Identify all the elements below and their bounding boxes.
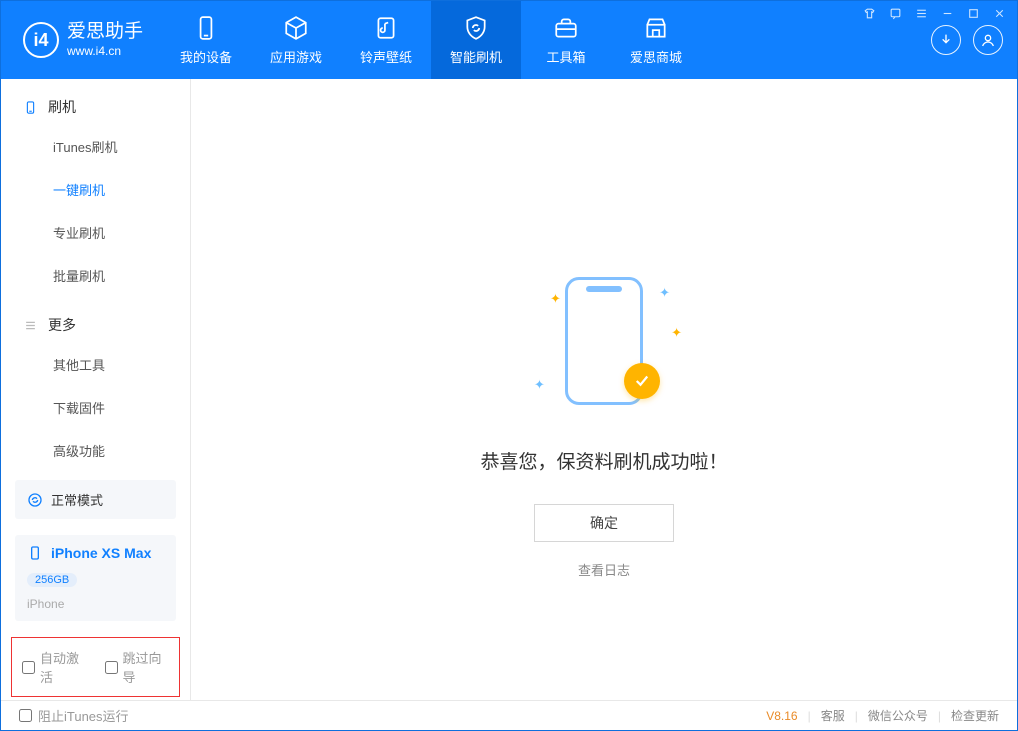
- cube-icon: [283, 15, 309, 41]
- list-icon: [23, 318, 38, 333]
- body: 刷机 iTunes刷机 一键刷机 专业刷机 批量刷机 更多 其他工具 下载固件 …: [1, 79, 1017, 700]
- nav-label: 爱思商城: [630, 47, 682, 66]
- section-flash: 刷机: [1, 79, 190, 125]
- check-badge-icon: [624, 363, 660, 399]
- feedback-icon[interactable]: [887, 5, 903, 21]
- menu-icon[interactable]: [913, 5, 929, 21]
- nav-tab-toolbox[interactable]: 工具箱: [521, 1, 611, 79]
- device-capacity: 256GB: [27, 573, 77, 587]
- nav-tabs: 我的设备 应用游戏 铃声壁纸 智能刷机 工具箱 爱思商城: [161, 1, 701, 79]
- footer-link-wechat[interactable]: 微信公众号: [868, 707, 928, 724]
- sidebar-item-advanced[interactable]: 高级功能: [1, 429, 190, 472]
- nav-label: 工具箱: [547, 47, 586, 66]
- logo-text: 爱思助手 www.i4.cn: [67, 22, 143, 58]
- app-name: 爱思助手: [67, 22, 143, 41]
- sparkle-icon: ✦: [659, 285, 670, 301]
- user-icon: [980, 32, 996, 48]
- sparkle-icon: ✦: [550, 291, 561, 307]
- tshirt-icon[interactable]: [861, 5, 877, 21]
- checkbox-skip-guide[interactable]: 跳过向导: [105, 648, 170, 686]
- nav-label: 应用游戏: [270, 47, 322, 66]
- toolbox-icon: [553, 15, 579, 41]
- checkbox-label: 自动激活: [40, 648, 87, 686]
- store-icon: [643, 15, 669, 41]
- logo-icon: i4: [23, 22, 59, 58]
- device-type: iPhone: [27, 597, 64, 611]
- sidebar: 刷机 iTunes刷机 一键刷机 专业刷机 批量刷机 更多 其他工具 下载固件 …: [1, 79, 191, 700]
- footer-right: V8.16 | 客服 | 微信公众号 | 检查更新: [766, 707, 999, 724]
- divider: |: [808, 709, 811, 723]
- minimize-button[interactable]: [939, 5, 955, 21]
- checkbox-input[interactable]: [105, 661, 118, 674]
- maximize-button[interactable]: [965, 5, 981, 21]
- nav-label: 我的设备: [180, 47, 232, 66]
- checkbox-label: 阻止iTunes运行: [38, 706, 129, 725]
- shield-sync-icon: [463, 15, 489, 41]
- mode-panel[interactable]: 正常模式: [15, 480, 176, 519]
- success-message: 恭喜您，保资料刷机成功啦！: [480, 447, 727, 474]
- nav-label: 智能刷机: [450, 47, 502, 66]
- sidebar-item-firmware[interactable]: 下载固件: [1, 386, 190, 429]
- footer-link-update[interactable]: 检查更新: [951, 707, 999, 724]
- nav-label: 铃声壁纸: [360, 47, 412, 66]
- footer-link-support[interactable]: 客服: [821, 707, 845, 724]
- app-window: i4 爱思助手 www.i4.cn 我的设备 应用游戏 铃声壁纸 智能刷机: [0, 0, 1018, 731]
- device-icon: [23, 100, 38, 115]
- checkbox-input[interactable]: [19, 709, 32, 722]
- highlight-box: 自动激活 跳过向导: [11, 637, 180, 697]
- success-illustration: ✦ ✦ ✦ ✦: [524, 261, 684, 421]
- nav-tab-flash[interactable]: 智能刷机: [431, 1, 521, 79]
- checkbox-auto-activate[interactable]: 自动激活: [22, 648, 87, 686]
- sidebar-item-pro[interactable]: 专业刷机: [1, 211, 190, 254]
- checkbox-input[interactable]: [22, 661, 35, 674]
- version-label: V8.16: [766, 709, 797, 723]
- divider: |: [855, 709, 858, 723]
- sparkle-icon: ✦: [534, 377, 545, 393]
- download-button[interactable]: [931, 25, 961, 55]
- close-button[interactable]: [991, 5, 1007, 21]
- checkbox-label: 跳过向导: [123, 648, 170, 686]
- view-log-link[interactable]: 查看日志: [578, 560, 630, 579]
- phone-icon: [193, 15, 219, 41]
- sync-icon: [27, 492, 43, 508]
- footer: 阻止iTunes运行 V8.16 | 客服 | 微信公众号 | 检查更新: [1, 700, 1017, 730]
- app-url: www.i4.cn: [67, 44, 143, 58]
- nav-tab-ringtone[interactable]: 铃声壁纸: [341, 1, 431, 79]
- device-name: iPhone XS Max: [51, 545, 151, 561]
- sidebar-item-oneclick[interactable]: 一键刷机: [1, 168, 190, 211]
- section-title: 更多: [48, 315, 76, 335]
- section-title: 刷机: [48, 97, 76, 117]
- main-content: ✦ ✦ ✦ ✦ 恭喜您，保资料刷机成功啦！ 确定 查看日志: [191, 79, 1017, 700]
- section-more: 更多: [1, 297, 190, 343]
- divider: |: [938, 709, 941, 723]
- sidebar-item-itunes[interactable]: iTunes刷机: [1, 125, 190, 168]
- titlebar: [861, 5, 1007, 21]
- logo-area: i4 爱思助手 www.i4.cn: [1, 1, 161, 79]
- checkbox-block-itunes[interactable]: 阻止iTunes运行: [19, 706, 129, 725]
- nav-tab-device[interactable]: 我的设备: [161, 1, 251, 79]
- mode-label: 正常模式: [51, 490, 103, 509]
- sidebar-item-othertools[interactable]: 其他工具: [1, 343, 190, 386]
- ok-button[interactable]: 确定: [534, 504, 674, 542]
- sparkle-icon: ✦: [671, 325, 682, 341]
- nav-tab-store[interactable]: 爱思商城: [611, 1, 701, 79]
- sidebar-item-batch[interactable]: 批量刷机: [1, 254, 190, 297]
- phone-small-icon: [27, 545, 43, 561]
- download-icon: [938, 32, 954, 48]
- nav-tab-apps[interactable]: 应用游戏: [251, 1, 341, 79]
- device-panel[interactable]: iPhone XS Max 256GB iPhone: [15, 535, 176, 621]
- user-button[interactable]: [973, 25, 1003, 55]
- music-icon: [373, 15, 399, 41]
